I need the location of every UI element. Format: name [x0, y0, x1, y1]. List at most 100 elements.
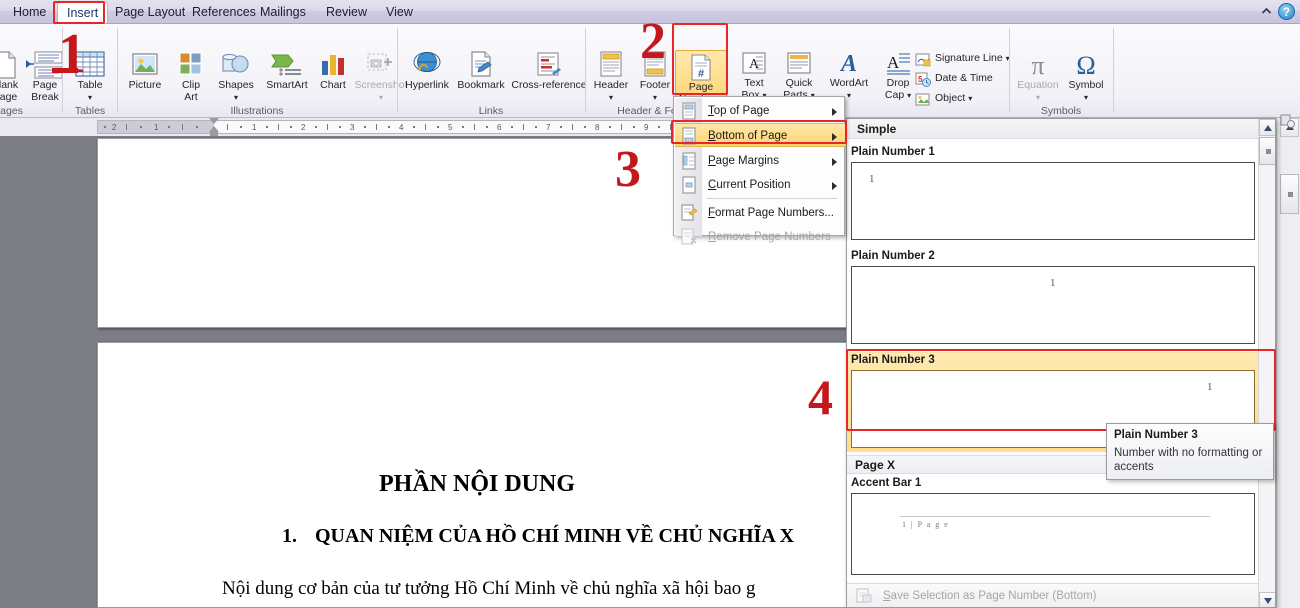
gallery-scrollbar[interactable] [1258, 119, 1275, 608]
document-scroll-thumb[interactable] [1280, 174, 1299, 214]
svg-text:A: A [839, 51, 857, 77]
page-number-dropdown-menu[interactable]: Top of Page Bottom of Page Page Margins … [673, 96, 845, 236]
gallery-preview-2: 1 [851, 266, 1255, 344]
clip-art-button[interactable]: Clip Art [170, 50, 212, 103]
ruler-tick-left-2: 2 [112, 123, 116, 132]
quick-parts-button[interactable]: Quick Parts ▾ [774, 50, 824, 101]
gallery-scroll-up-button[interactable] [1259, 119, 1276, 136]
bookmark-button[interactable]: Bookmark [452, 50, 510, 92]
ribbon-group-illustrations: Picture Clip Art Shapes ▾ [118, 24, 396, 118]
wordart-button[interactable]: A WordArt ▾ [822, 50, 876, 101]
document-section-title: QUAN NIỆM CỦA HỒ CHÍ MINH VỀ CHỦ NGHĨA X [315, 525, 794, 548]
scroll-up-arrow-icon [1264, 125, 1272, 131]
submenu-arrow-icon-current [832, 182, 837, 190]
word-application-window: Home Insert Page Layout References Maili… [0, 0, 1300, 608]
tab-mailings[interactable]: Mailings [251, 2, 315, 23]
smartart-button[interactable]: SmartArt [258, 50, 316, 92]
ruler-tick-2: 2 [301, 123, 305, 132]
chart-label: Chart [312, 80, 354, 92]
shapes-dropdown-arrow-icon[interactable]: ▾ [211, 92, 261, 104]
document-paragraph: Nội dung cơ bản của tư tưởng Hồ Chí Minh… [222, 578, 756, 600]
drop-cap-label-2: Cap ▾ [876, 90, 920, 102]
drop-cap-button[interactable]: A Drop Cap ▾ [876, 50, 920, 101]
svg-text:Ω: Ω [1076, 51, 1095, 80]
gallery-scroll-down-button[interactable] [1259, 592, 1276, 608]
object-label: Object ▾ [935, 93, 972, 105]
text-box-button[interactable]: A Text Box ▾ [732, 50, 776, 101]
chart-button[interactable]: Chart [312, 50, 354, 92]
menu-label-format-page-numbers: Format Page Numbers... [708, 201, 834, 225]
menu-item-page-margins[interactable]: Page Margins [675, 149, 845, 173]
signature-line-label: Signature Line ▾ [935, 53, 1010, 65]
header-button[interactable]: Header ▾ [588, 50, 634, 103]
hyperlink-label: Hyperlink [400, 80, 454, 92]
select-browse-object-icon[interactable] [1279, 114, 1297, 130]
tab-page-layout[interactable]: Page Layout [106, 2, 194, 23]
svg-text:#: # [698, 68, 704, 80]
tooltip-title: Plain Number 3 [1114, 429, 1198, 441]
annotation-2: 2 [640, 16, 666, 68]
tab-review[interactable]: Review [317, 2, 376, 23]
document-heading: PHẦN NỘI DUNG [98, 471, 856, 498]
footer-dropdown-arrow-icon[interactable]: ▾ [632, 92, 678, 104]
symbol-label: Symbol [1062, 80, 1110, 92]
gallery-footer-accel: S [883, 590, 891, 602]
gallery-item-plain-number-1[interactable]: Plain Number 1 1 [847, 144, 1259, 244]
scroll-down-arrow-icon [1264, 598, 1272, 604]
menu-item-top-of-page[interactable]: Top of Page [675, 99, 845, 123]
object-button[interactable]: Object ▾ [915, 92, 995, 110]
group-divider-7 [1113, 28, 1114, 112]
table-dropdown-arrow-icon[interactable]: ▾ [66, 92, 114, 104]
header-dropdown-arrow-icon[interactable]: ▾ [588, 92, 634, 104]
gallery-sample-number-4: 1 | P a g e [902, 520, 949, 529]
gallery-item-name-2: Plain Number 2 [847, 248, 1259, 265]
menu-item-bottom-of-page[interactable]: Bottom of Page [675, 123, 845, 147]
group-label-illustrations: Illustrations [118, 105, 396, 117]
gallery-item-plain-number-2[interactable]: Plain Number 2 1 [847, 248, 1259, 348]
menu-item-current-position[interactable]: Current Position [675, 173, 845, 197]
picture-label: Picture [120, 80, 170, 92]
tab-home[interactable]: Home [4, 2, 55, 23]
shapes-button[interactable]: Shapes ▾ [211, 50, 261, 103]
menu-label-remove-page-numbers: Remove Page Numbers [708, 225, 831, 249]
symbol-dropdown-arrow-icon[interactable]: ▾ [1062, 92, 1110, 104]
ruler-tick-5: 5 [448, 123, 452, 132]
cross-reference-button[interactable]: Cross-reference [508, 50, 590, 92]
annotation-1: 1 [58, 26, 86, 82]
document-scrollbar[interactable] [1276, 118, 1300, 608]
collapse-ribbon-icon[interactable] [1258, 3, 1275, 20]
document-section-number: 1. [282, 525, 297, 548]
ribbon-group-symbols: π Equation ▾ Ω Symbol ▾ Symbols [1010, 24, 1112, 118]
clip-art-label-2: Art [170, 92, 212, 104]
hyperlink-button[interactable]: Hyperlink [400, 50, 454, 92]
ruler-tick-7: 7 [546, 123, 550, 132]
menu-item-format-page-numbers[interactable]: Format Page Numbers... [675, 201, 845, 225]
format-page-numbers-icon [680, 204, 698, 222]
submenu-arrow-icon [832, 108, 837, 116]
ruler-tick-6: 6 [497, 123, 501, 132]
submenu-arrow-icon-margins [832, 158, 837, 166]
symbol-button[interactable]: Ω Symbol ▾ [1062, 50, 1110, 103]
gallery-scroll-thumb[interactable] [1259, 137, 1276, 165]
svg-text:A: A [887, 53, 900, 72]
ruler-tick-left-1: 1 [154, 123, 158, 132]
picture-button[interactable]: Picture [120, 50, 170, 92]
bookmark-label: Bookmark [452, 80, 510, 92]
indent-markers[interactable] [209, 119, 219, 137]
gallery-item-name-3: Plain Number 3 [847, 352, 1259, 369]
gallery-item-accent-bar-1[interactable]: Accent Bar 1 1 | P a g e [847, 475, 1259, 579]
tab-view[interactable]: View [377, 2, 422, 23]
document-page-2[interactable]: PHẦN NỘI DUNG 1. QUAN NIỆM CỦA HỒ CHÍ MI… [97, 342, 857, 608]
clip-art-label-1: Clip [170, 80, 212, 92]
gallery-preview-4: 1 | P a g e [851, 493, 1255, 575]
ruler-tick-8: 8 [595, 123, 599, 132]
submenu-arrow-icon-bottom [832, 133, 837, 141]
page-number-gallery[interactable]: Simple Plain Number 1 1 Plain Number 2 1… [846, 118, 1276, 608]
annotation-3: 3 [615, 144, 641, 196]
footer-label: Footer [632, 80, 678, 92]
remove-page-numbers-icon [680, 228, 698, 246]
help-icon[interactable]: ? [1278, 3, 1295, 20]
tab-insert[interactable]: Insert [57, 2, 108, 23]
menu-label-bottom-of-page: Bottom of Page [708, 124, 787, 148]
equation-label: Equation [1012, 80, 1064, 92]
